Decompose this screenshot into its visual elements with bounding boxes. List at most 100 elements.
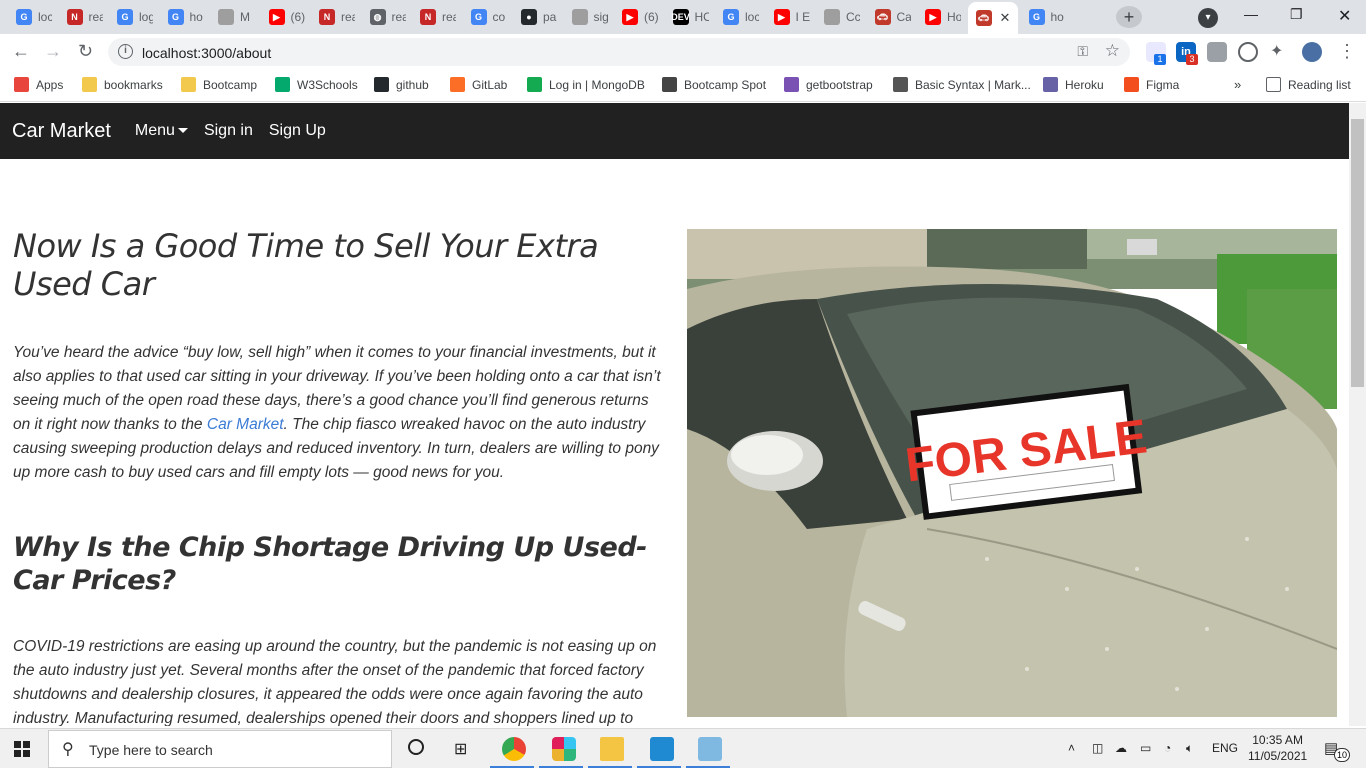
browser-tab[interactable]: ▶ (6) <box>614 4 662 30</box>
browser-tab[interactable]: Nrea <box>412 4 460 30</box>
bookmark-star-icon[interactable]: ☆ <box>1105 41 1120 61</box>
bookmark-item[interactable]: Apps <box>14 77 63 92</box>
language-indicator[interactable]: ENG <box>1212 741 1238 755</box>
onedrive-cloud-icon[interactable]: ☁ <box>1115 741 1127 755</box>
browser-tab[interactable]: Nrea <box>311 4 359 30</box>
browser-tab[interactable]: ◍ rea <box>362 4 410 30</box>
app-taskbar-icon[interactable] <box>698 737 722 761</box>
key-icon[interactable]: ⚿ <box>1077 43 1088 60</box>
car-icon: 🚗︎ <box>975 10 992 26</box>
brand-logo-text[interactable]: Car Market <box>12 120 111 143</box>
forward-arrow-icon[interactable]: → <box>44 41 62 62</box>
tray-meet-icon[interactable]: ◫ <box>1092 741 1103 755</box>
signup-link[interactable]: Sign Up <box>269 122 326 140</box>
bookmark-item[interactable]: Bootcamp <box>181 77 257 92</box>
article-title: Now Is a Good Time to Sell Your Extra Us… <box>13 227 599 303</box>
bookmark-item[interactable]: Heroku <box>1043 77 1104 92</box>
bookmark-item[interactable]: Bootcamp Spot <box>662 77 766 92</box>
reading-list-label: Reading list <box>1288 77 1351 92</box>
address-bar[interactable]: i localhost:3000/about ⚿ ☆ <box>108 38 1130 66</box>
windows-start-icon[interactable] <box>14 741 30 757</box>
browser-tab[interactable]: ● pa <box>513 4 561 30</box>
page-scrollbar[interactable] <box>1349 103 1366 726</box>
browser-tab[interactable]: 🚗︎ ✕ <box>967 2 1018 34</box>
chrome-taskbar-icon[interactable] <box>502 737 526 761</box>
browser-tab[interactable]: M <box>210 4 258 30</box>
browser-tab[interactable]: Gloc <box>8 4 56 30</box>
youtube-icon: ▶ <box>268 9 285 25</box>
signin-link[interactable]: Sign in <box>204 122 253 140</box>
clock[interactable]: 10:35 AM 11/05/2021 <box>1248 732 1307 764</box>
back-arrow-icon[interactable]: ← <box>12 41 30 62</box>
battery-icon[interactable]: ▭ <box>1140 741 1151 755</box>
caret-down-icon <box>177 128 188 134</box>
menu-dropdown[interactable]: Menu <box>135 122 188 140</box>
download-extension-icon[interactable] <box>1207 42 1227 62</box>
browser-tab[interactable]: Gloc <box>715 4 763 30</box>
article-paragraph-2: COVID-19 restrictions are easing up arou… <box>13 638 657 726</box>
close-window-button[interactable]: ✕ <box>1338 6 1351 26</box>
bookmark-item[interactable]: getbootstrap <box>784 77 873 92</box>
apps-grid-icon <box>14 77 29 92</box>
browser-tab[interactable]: Gho <box>160 4 208 30</box>
browser-tab[interactable]: DEV HO <box>665 4 713 30</box>
google-icon: G <box>723 9 739 25</box>
minimize-button[interactable]: — <box>1244 6 1258 22</box>
reading-list-button[interactable]: Reading list <box>1266 77 1351 92</box>
google-icon: G <box>470 9 487 25</box>
browser-menu-icon[interactable]: ⋮ <box>1338 41 1356 62</box>
new-tab-button[interactable]: + <box>1116 6 1142 28</box>
puzzle-extensions-icon[interactable]: ✦ <box>1270 41 1283 61</box>
bookmark-item[interactable]: GitLab <box>450 77 507 92</box>
youtube-icon: ▶ <box>622 9 638 25</box>
url-text[interactable]: localhost:3000/about <box>142 45 271 61</box>
tab-title: rea <box>442 10 456 24</box>
bookmark-item[interactable]: github <box>374 77 429 92</box>
extension-circle-icon[interactable] <box>1238 42 1258 62</box>
browser-tab[interactable]: Nrea <box>59 4 107 30</box>
car-market-link[interactable]: Car Market <box>207 416 284 433</box>
car-for-sale-photo: FOR SALE <box>687 229 1337 717</box>
youtube-icon: ▶ <box>925 9 941 25</box>
menu-label: Menu <box>134 122 175 139</box>
browser-tab[interactable]: sig <box>564 4 612 30</box>
browser-tab[interactable]: ▶ I E <box>766 4 814 30</box>
task-view-icon[interactable]: ⊞ <box>454 739 467 759</box>
tab-title: sig <box>593 10 608 24</box>
taskbar-search-box[interactable]: ⚲ Type here to search <box>48 730 392 768</box>
close-tab-icon[interactable]: ✕ <box>1000 10 1011 26</box>
reading-list-icon <box>1266 77 1281 92</box>
bookmark-item[interactable]: Figma <box>1124 77 1179 92</box>
browser-tab[interactable]: ▶ Ho <box>917 4 965 30</box>
browser-tab[interactable]: Glog <box>109 4 157 30</box>
tray-chevron-up-icon[interactable]: ˄ <box>1068 741 1075 755</box>
site-info-icon[interactable]: i <box>118 44 133 59</box>
tab-title: log <box>139 10 153 24</box>
tab-search-icon[interactable]: ▾ <box>1198 8 1218 28</box>
vscode-taskbar-icon[interactable] <box>650 737 674 761</box>
wifi-icon[interactable]: ◔ <box>1164 741 1171 755</box>
google-icon: G <box>16 9 32 25</box>
volume-icon[interactable]: 🔈︎ <box>1186 741 1193 756</box>
profile-avatar[interactable] <box>1302 42 1322 62</box>
bookmark-item[interactable]: W3Schools <box>275 77 358 92</box>
reload-icon[interactable]: ↻ <box>78 41 93 62</box>
more-bookmarks-button[interactable]: » <box>1234 77 1241 92</box>
bookmark-item[interactable]: Basic Syntax | Mark... <box>893 77 1031 92</box>
bookmark-item[interactable]: bookmarks <box>82 77 163 92</box>
slack-taskbar-icon[interactable] <box>552 737 576 761</box>
cortana-icon[interactable] <box>408 739 424 755</box>
tab-title: co <box>492 10 506 24</box>
browser-tab[interactable]: Cc <box>816 4 864 30</box>
tab-title: I E <box>795 10 810 24</box>
browser-tab[interactable]: ▶ (6) <box>261 4 309 30</box>
file-explorer-taskbar-icon[interactable] <box>600 737 624 761</box>
tab-title: Cc <box>846 10 860 24</box>
browser-tab[interactable]: Gco <box>463 4 511 30</box>
browser-tab[interactable]: Gho <box>1021 4 1069 30</box>
bookmark-item[interactable]: Log in | MongoDB <box>527 77 645 92</box>
maximize-button[interactable]: ❐ <box>1290 6 1303 23</box>
scrollbar-thumb[interactable] <box>1351 119 1364 387</box>
browser-tab[interactable]: 🚗︎ Ca <box>867 4 915 30</box>
folder-icon <box>181 77 196 92</box>
